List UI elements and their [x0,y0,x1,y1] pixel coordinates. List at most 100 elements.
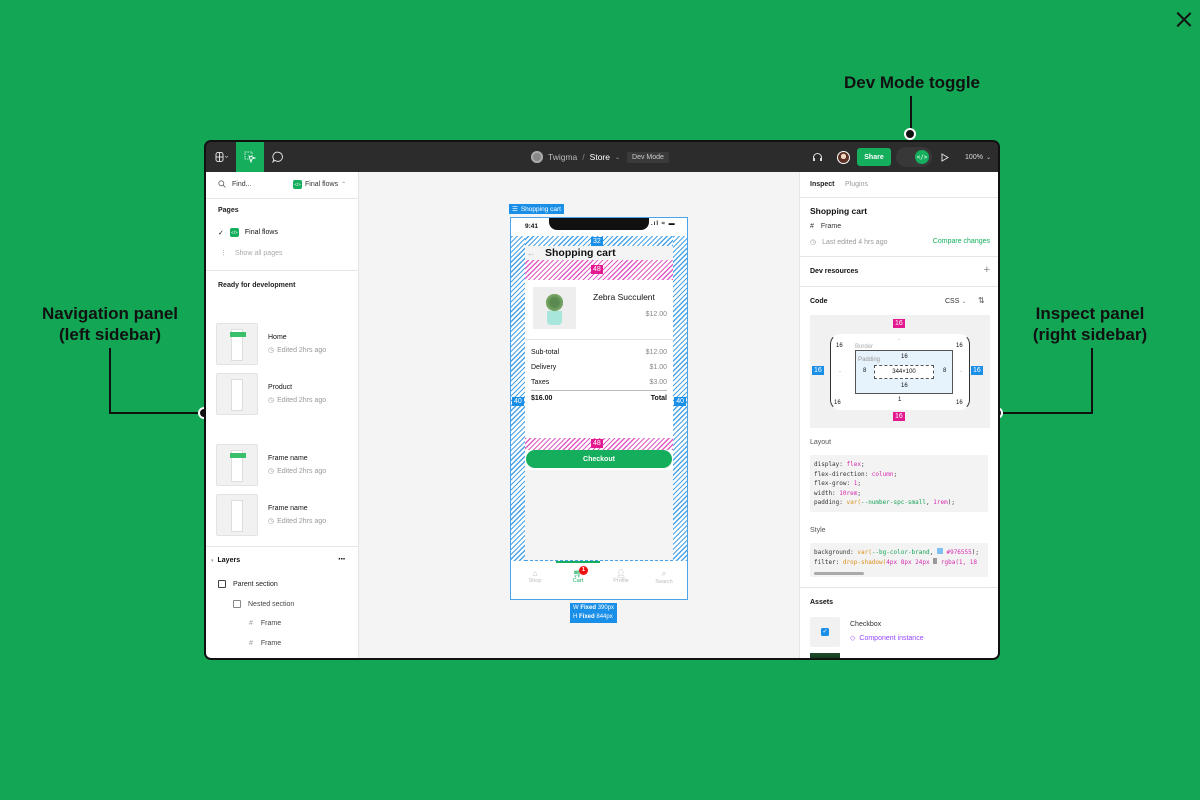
callout-line [910,96,912,130]
selection-type: # Frame [810,223,842,230]
team-name[interactable]: Twigma [548,152,577,162]
frame-thumbnail [216,373,258,415]
notch [549,218,649,230]
layer-item[interactable]: # Frame [249,620,281,627]
dev-page-icon: </> [229,228,239,237]
total-value: $16.00 [531,395,553,402]
checkout-button[interactable]: Checkout [526,450,672,468]
frame-thumbnail [216,323,258,365]
divider [206,546,358,547]
settings-sliders-icon[interactable]: ⇅ [978,296,985,305]
phone-frame[interactable]: 9:41 .ıl ≈ ▬ 32 ← Shopping cart 48 Zebra… [510,217,688,600]
border-right: - [960,369,962,375]
tab-inspect[interactable]: Inspect [810,181,835,188]
figma-logo-icon [215,152,229,162]
more-options-icon[interactable]: ··· [338,554,346,565]
compare-changes-link[interactable]: Compare changes [933,238,990,245]
divider [800,286,998,287]
code-heading: Code [810,298,828,305]
check-icon: ✓ [218,229,224,237]
divider [800,587,998,588]
share-button[interactable]: Share [857,148,891,166]
zoom-dropdown[interactable]: 100% ⌄ [961,142,995,172]
back-arrow-icon[interactable]: ← [527,249,535,258]
selection-title: Shopping cart [810,206,868,216]
box-model: 16 16 16 16 16 16 16 16 - 1 - - Border P… [810,315,990,428]
spacing-badge: 32 [591,237,603,246]
callout-line [1000,412,1093,414]
code-line: flex-direction: column; [814,470,898,478]
search-icon [218,180,226,188]
add-icon[interactable]: + [984,264,990,276]
canvas[interactable]: ☰ Shopping cart 9:41 .ıl ≈ ▬ 32 ← Shoppin… [359,172,799,658]
asset-thumbnail[interactable] [810,653,840,658]
user-avatar[interactable] [835,142,851,172]
move-tool-button[interactable] [236,142,264,172]
figma-window: Twigma / Store ⌄ Dev Mode Share </> 100%… [204,140,1000,660]
frame-name: Frame name [268,455,308,462]
layers-header[interactable]: ▾ Layers [211,557,240,564]
style-heading: Style [810,527,826,534]
border-radius-br: 16 [956,400,963,406]
search-field[interactable]: Find... [218,180,251,188]
close-icon[interactable] [1174,10,1194,30]
search-icon: ⌕ [661,569,667,578]
summary-value: $3.00 [649,379,667,386]
style-code-block[interactable]: background: var(--bg-color-brand, #97655… [810,543,988,577]
margin-bottom: 16 [893,412,905,421]
layer-item[interactable]: Nested section [233,600,294,608]
code-icon: </> [915,150,929,164]
present-button[interactable] [939,142,951,172]
component-instance-icon: ◇ [850,635,856,642]
border-radius-tr: 16 [956,343,963,349]
product-card[interactable]: Zebra Succulent $12.00 [525,280,673,340]
layer-item[interactable]: Parent section [218,580,278,588]
pot [547,311,562,325]
page-selector[interactable]: </> Final flows ⌃ [293,180,346,189]
code-line: width: 10rem; [814,489,861,497]
frame-name: Home [268,334,287,341]
frame-thumbnail [216,444,258,486]
tab-plugins[interactable]: Plugins [845,181,868,188]
status-icons: .ıl ≈ ▬ [651,221,676,227]
cursor-icon [244,151,256,163]
chevron-down-icon[interactable]: ⌄ [615,154,620,161]
layer-item[interactable]: # Frame [249,640,281,647]
chevron-down-icon: ⌄ [961,299,967,305]
show-all-pages[interactable]: ⋮ Show all pages [220,249,283,258]
breadcrumb-separator: / [582,152,585,162]
frame-icon: # [810,223,814,230]
last-edited: ◷ Last edited 4 hrs ago [810,238,888,247]
file-name[interactable]: Store [590,152,610,162]
audio-button[interactable] [810,142,824,172]
code-language-dropdown[interactable]: CSS ⌄ [945,298,966,305]
frame-name: Product [268,384,293,391]
nav-item-cart[interactable]: 🛒︎ 1 Cart [566,566,590,584]
horizontal-scrollbar[interactable] [814,572,864,575]
frame-name: Frame name [268,505,308,512]
margin-right: 16 [971,366,983,375]
color-swatch [933,557,938,564]
color-swatch [936,548,943,554]
comment-tool-button[interactable] [268,142,288,172]
layout-code-block[interactable]: display: flex; flex-direction: column; f… [810,455,988,512]
page-item-final-flows[interactable]: ✓ </> Final flows [218,228,278,237]
nav-item-profile[interactable]: 👤︎ Profile [609,569,633,584]
order-summary: Sub-total $12.00 Delivery $1.00 Taxes $3… [525,343,673,413]
code-line: background: var(--bg-color-brand, #97655… [814,548,979,556]
total-label: Total [650,395,667,402]
dev-mode-toggle[interactable]: </> [896,147,932,167]
frame-edited: ◷ Edited 2hrs ago [268,396,327,405]
show-all-label: Show all pages [235,249,283,257]
history-icon: ◷ [268,468,275,475]
nav-item-shop[interactable]: ⌂ Shop [523,569,547,584]
asset-thumbnail[interactable]: ✓ [810,617,840,647]
main-menu-button[interactable] [210,142,234,172]
product-name: Zebra Succulent [593,292,655,302]
divider [206,270,358,271]
bottom-nav: ⌂ Shop 🛒︎ 1 Cart 👤︎ Profile ⌕ Search [511,561,687,599]
frame-label[interactable]: ☰ Shopping cart [509,204,564,214]
nav-item-search[interactable]: ⌕ Search [652,569,676,585]
pages-heading: Pages [218,207,239,214]
border-radius-tl: 16 [836,343,843,349]
